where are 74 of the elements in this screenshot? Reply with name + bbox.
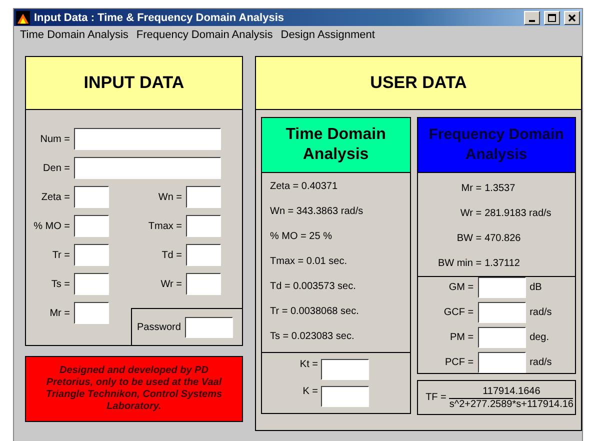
result-label: BW min =	[436, 256, 482, 271]
field-label: Kt =	[298, 359, 318, 372]
field-label: Mr =	[48, 308, 70, 318]
input-field[interactable]	[74, 302, 109, 324]
field-label: TF =	[426, 392, 446, 403]
window-title: Input Data : Time & Frequency Domain Analysis	[34, 12, 285, 24]
result-value: 281.9183 rad/s	[484, 206, 552, 221]
maximize-button[interactable]	[544, 10, 560, 24]
unit-label: deg.	[530, 332, 550, 343]
field-label: Td =	[160, 250, 182, 260]
input-field[interactable]	[478, 277, 526, 298]
denominator-text: s^2+277.2589*s+117914.16	[449, 398, 574, 410]
field-label: Tmax =	[147, 220, 182, 232]
panel-title: INPUT DATA	[26, 57, 242, 110]
result-value: 1.37112	[484, 256, 521, 271]
result-text: % MO = 25 %	[270, 230, 333, 244]
field-label: Den =	[42, 162, 70, 174]
result-text: Tmax = 0.01 sec.	[270, 255, 348, 269]
result-value: 470.826	[484, 232, 522, 246]
panel-title: USER DATA	[256, 57, 581, 110]
minimize-icon	[529, 20, 535, 22]
unit-label: rad/s	[530, 307, 553, 318]
field-label: K =	[302, 386, 318, 399]
field-label: Tr =	[51, 250, 70, 260]
field-label: Password	[137, 322, 181, 332]
menu-item[interactable]: Frequency Domain Analysis	[132, 29, 277, 41]
maximize-icon	[547, 12, 557, 22]
result-label: Wr =	[459, 206, 482, 221]
minimize-button[interactable]	[524, 10, 540, 24]
result-text: Zeta = 0.40371	[270, 180, 339, 194]
input-field[interactable]	[74, 244, 109, 266]
field-label: GCF =	[442, 307, 474, 318]
close-icon	[567, 12, 577, 22]
input-field[interactable]	[478, 327, 526, 348]
result-value: 1.3537	[484, 182, 516, 196]
input-field[interactable]	[186, 215, 221, 237]
section-title: Frequency Domain Analysis	[418, 118, 575, 173]
menu-item[interactable]: Time Domain Analysis	[16, 29, 132, 41]
result-text: Tr = 0.0038068 sec.	[270, 305, 360, 319]
input-field[interactable]	[74, 273, 109, 295]
section-title: Time Domain Analysis	[262, 118, 410, 173]
result-label: BW =	[456, 232, 482, 246]
unit-label: rad/s	[530, 357, 553, 368]
input-field[interactable]	[186, 186, 221, 208]
result-text: Wn = 343.3863 rad/s	[270, 205, 364, 219]
input-field[interactable]	[321, 359, 369, 380]
field-label: Ts =	[50, 278, 70, 290]
credits-notice: Designed and developed by PD Pretorius, only to be used at the Vaal Triangle Technikon, Control Systems Laboratory.	[25, 356, 243, 422]
result-text: Ts = 0.023083 sec.	[270, 330, 356, 344]
input-field[interactable]	[186, 244, 221, 266]
result-text: Td = 0.003573 sec.	[270, 280, 357, 294]
input-field[interactable]	[478, 352, 526, 373]
input-field[interactable]	[478, 302, 526, 323]
input-field[interactable]	[74, 128, 221, 150]
close-button[interactable]	[564, 10, 580, 24]
menu-item[interactable]: Design Assignment	[276, 29, 379, 41]
result-label: Mr =	[460, 182, 482, 196]
app-icon	[16, 10, 30, 24]
input-field[interactable]	[321, 386, 369, 407]
field-label: Wn =	[157, 192, 182, 202]
field-label: Num =	[39, 134, 70, 144]
input-field[interactable]	[186, 273, 221, 295]
field-label: Wr =	[160, 278, 182, 290]
field-label: % MO =	[32, 220, 70, 232]
field-label: Zeta =	[40, 192, 70, 202]
field-label: PCF =	[444, 357, 474, 368]
unit-label: dB	[530, 282, 543, 293]
input-field[interactable]	[74, 215, 109, 237]
field-label: PM =	[448, 332, 474, 343]
field-label: GM =	[448, 282, 474, 293]
input-field[interactable]	[184, 316, 233, 338]
numerator-text: 117914.1646	[449, 386, 574, 398]
input-field[interactable]	[74, 157, 221, 179]
input-field[interactable]	[74, 186, 109, 208]
